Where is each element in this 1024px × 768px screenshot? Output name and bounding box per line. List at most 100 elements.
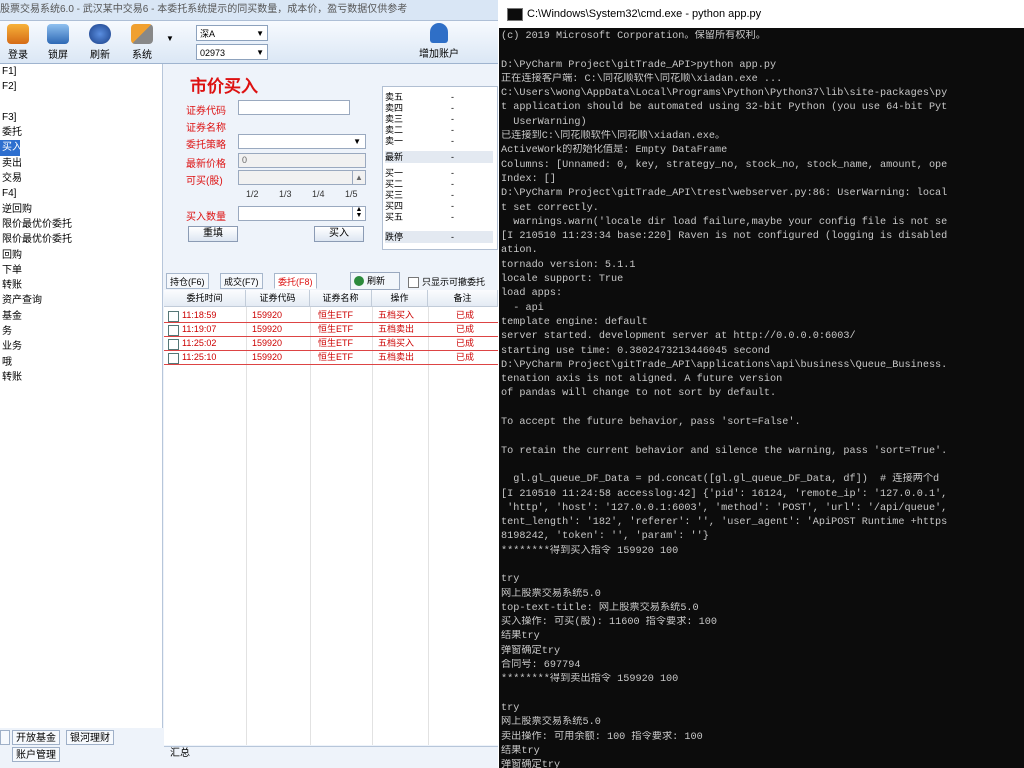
row-checkbox[interactable] xyxy=(168,325,179,336)
quote-value: - xyxy=(451,152,454,162)
tab-orders[interactable]: 委托(F8) xyxy=(274,273,317,289)
nav-item[interactable]: 资产查询 xyxy=(0,293,162,308)
table-cell: 五档卖出 xyxy=(378,324,415,334)
chevron-down-icon: ▼ xyxy=(353,137,361,146)
checkbox-icon xyxy=(408,277,419,289)
nav-item[interactable]: 委托 xyxy=(0,125,162,140)
fraction-quarter[interactable]: 1/4 xyxy=(312,189,325,199)
nav-item[interactable]: F2] xyxy=(0,79,162,94)
nav-tab-stub[interactable] xyxy=(0,730,10,745)
console-line: t application should be automated using … xyxy=(501,102,948,114)
system-button[interactable]: 系统 xyxy=(124,23,160,61)
console-line: try xyxy=(501,574,520,586)
add-account-button[interactable]: 增加账户 xyxy=(414,23,464,60)
nav-item[interactable]: 业务 xyxy=(0,339,162,354)
nav-item[interactable]: 转账 xyxy=(0,370,162,385)
name-label: 证券名称 xyxy=(186,123,226,134)
fraction-fifth[interactable]: 1/5 xyxy=(345,189,358,199)
nav-item[interactable]: 基金 xyxy=(0,309,162,324)
nav-item[interactable]: 逆回购 xyxy=(0,202,162,217)
nav-item[interactable]: 转账 xyxy=(0,278,162,293)
system-dropdown-arrow-icon[interactable]: ▼ xyxy=(166,34,174,43)
client-title-text: 股票交易系统6.0 - 武汉某中交易6 - 本委托系统提示的同买数量，成本价，盈… xyxy=(0,4,408,15)
nav-tab-account[interactable]: 账户管理 xyxy=(12,747,60,762)
fraction-third[interactable]: 1/3 xyxy=(279,189,292,199)
tab-positions[interactable]: 持仓(F6) xyxy=(166,273,209,289)
quote-value: - xyxy=(451,136,454,146)
nav-tab-wealth[interactable]: 银河理财 xyxy=(66,730,114,745)
tools-icon xyxy=(131,24,153,44)
reset-button[interactable]: 重填 xyxy=(188,226,238,242)
nav-item[interactable]: 哦 xyxy=(0,355,162,370)
orders-refresh-label: 刷新 xyxy=(367,276,386,286)
nav-item[interactable]: 交易 xyxy=(0,171,162,186)
console-line: ********得到买入指令 159920 100 xyxy=(501,545,679,557)
nav-item[interactable]: 限价最优价委托 xyxy=(0,217,162,232)
strategy-label: 委托策略 xyxy=(186,140,226,151)
console-line: top-text-title: 网上股票交易系统5.0 xyxy=(501,602,699,614)
trading-client-window: 股票交易系统6.0 - 武汉某中交易6 - 本委托系统提示的同买数量，成本价，盈… xyxy=(0,0,498,768)
orders-tabs: 持仓(F6) 成交(F7) 委托(F8) 刷新 只显示可撤委托 xyxy=(164,272,498,290)
fraction-half[interactable]: 1/2 xyxy=(246,189,259,199)
code-input[interactable] xyxy=(238,100,350,115)
table-header-cell[interactable]: 备注 xyxy=(428,290,498,307)
table-cell: 五档买入 xyxy=(378,338,415,348)
available-label: 可买(股) xyxy=(186,176,223,187)
table-header-cell[interactable]: 操作 xyxy=(372,290,428,307)
console-line: warnings.warn('locale dir load failure,m… xyxy=(501,216,948,228)
orders-refresh-button[interactable]: 刷新 xyxy=(350,272,400,290)
quantity-stepper[interactable]: ▲ ▼ xyxy=(238,206,366,221)
table-header-cell[interactable]: 委托时间 xyxy=(164,290,246,307)
console-line: To retain the current behavior and silen… xyxy=(501,445,948,457)
nav-item[interactable]: F1] xyxy=(0,64,162,79)
quote-label: 最新 xyxy=(385,152,404,162)
console-line: server started. development server at ht… xyxy=(501,331,856,343)
nav-item[interactable]: 下单 xyxy=(0,263,162,278)
row-checkbox[interactable] xyxy=(168,311,179,322)
nav-tab-fund[interactable]: 开放基金 xyxy=(12,730,60,745)
chevron-down-icon: ▼ xyxy=(256,29,264,38)
refresh-toolbar-button[interactable]: 刷新 xyxy=(82,23,118,61)
nav-tab-account-label: 账户管理 xyxy=(16,750,56,761)
lock-screen-button[interactable]: 锁屏 xyxy=(40,23,76,61)
nav-item[interactable]: 卖出 xyxy=(0,156,162,171)
login-button[interactable]: 登录 xyxy=(0,23,36,61)
only-cancelable-label: 只显示可撤委托 xyxy=(422,277,486,287)
console-line: tornado version: 5.1.1 xyxy=(501,259,636,271)
stepper-up-icon[interactable]: ▲ xyxy=(352,171,365,184)
nav-item[interactable]: F4] xyxy=(0,186,162,201)
table-cell: 159920 xyxy=(252,338,283,348)
client-toolbar: 登录 锁屏 刷新 系统 ▼ 深A ▼ 02973 ▼ 增加账户 xyxy=(0,21,498,64)
nav-item[interactable] xyxy=(0,95,162,110)
buy-button[interactable]: 买入 xyxy=(314,226,364,242)
console-line: tenation axis is not aligned. A future v… xyxy=(501,374,783,386)
client-title-bar: 股票交易系统6.0 - 武汉某中交易6 - 本委托系统提示的同买数量，成本价，盈… xyxy=(0,0,498,21)
nav-tab-wealth-label: 银河理财 xyxy=(70,733,110,744)
table-header-cell[interactable]: 证券代码 xyxy=(246,290,310,307)
row-checkbox[interactable] xyxy=(168,339,179,350)
market-select[interactable]: 深A ▼ xyxy=(196,25,268,41)
console-line: 网上股票交易系统5.0 xyxy=(501,588,601,600)
nav-item[interactable]: 限价最优价委托 xyxy=(0,232,162,247)
console-line: gl.gl_queue_DF_Data = pd.concat([gl.gl_q… xyxy=(501,474,940,486)
nav-item[interactable]: 务 xyxy=(0,324,162,339)
console-output: (c) 2019 Microsoft Corporation。保留所有权利。 D:… xyxy=(501,30,1021,768)
row-checkbox[interactable] xyxy=(168,353,179,364)
console-line: ActiveWork的初始化值是: Empty DataFrame xyxy=(501,145,728,157)
nav-item[interactable]: 回购 xyxy=(0,248,162,263)
console-line: 结果try xyxy=(501,631,540,643)
table-cell: 已成 xyxy=(456,324,475,334)
nav-item[interactable]: 买入 xyxy=(0,140,20,156)
code-label: 证券代码 xyxy=(186,106,226,117)
table-header-cell[interactable]: 证券名称 xyxy=(310,290,372,307)
strategy-select[interactable]: ▼ xyxy=(238,134,366,149)
stepper-arrows-icon[interactable]: ▲ ▼ xyxy=(352,206,365,220)
console-line: To accept the future behavior, pass 'sor… xyxy=(501,417,801,429)
cmd-console-window[interactable]: C:\Windows\System32\cmd.exe - python app… xyxy=(499,0,1024,768)
nav-item[interactable]: F3] xyxy=(0,110,162,125)
tab-trades[interactable]: 成交(F7) xyxy=(220,273,263,289)
only-cancelable-checkbox[interactable]: 只显示可撤委托 xyxy=(408,275,486,289)
account-select[interactable]: 02973 ▼ xyxy=(196,44,268,60)
